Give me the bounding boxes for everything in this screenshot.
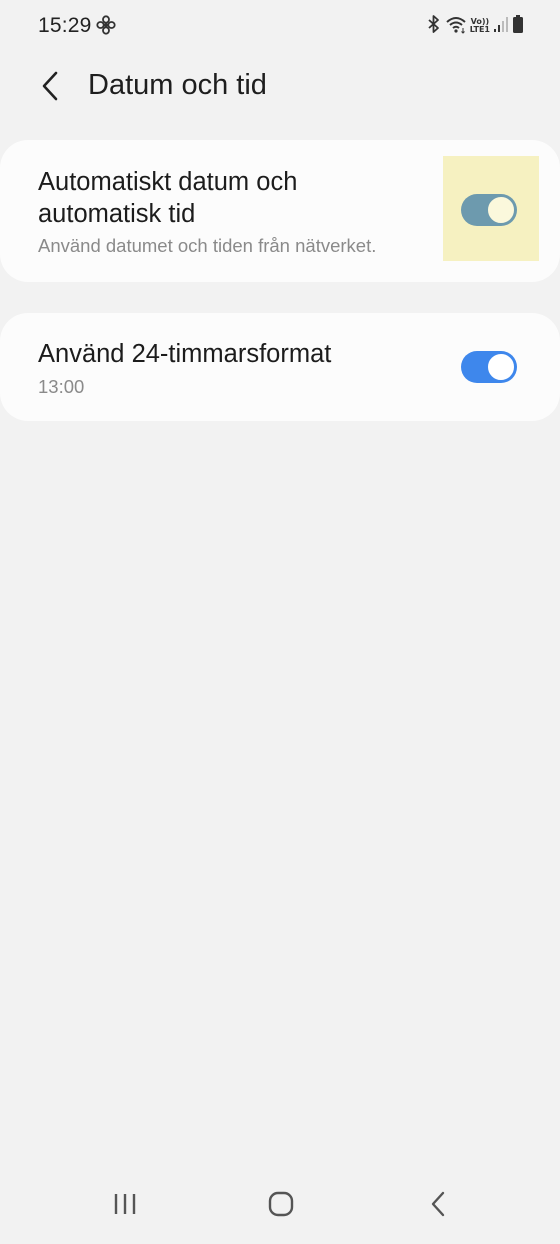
chevron-left-icon bbox=[42, 71, 58, 101]
auto-date-time-subtitle: Använd datumet och tiden från nätverket. bbox=[38, 235, 377, 256]
navigation-bar bbox=[0, 1170, 560, 1240]
bluetooth-icon bbox=[426, 14, 442, 39]
back-button[interactable] bbox=[30, 66, 70, 106]
status-icons: Vo)) LTE1 bbox=[426, 14, 524, 38]
back-icon bbox=[431, 1191, 445, 1217]
volte-lte-icon: Vo)) LTE1 bbox=[470, 18, 490, 34]
signal-icon bbox=[493, 15, 509, 38]
toggle-knob bbox=[486, 195, 516, 225]
page-title: Datum och tid bbox=[88, 69, 267, 101]
lte-label: LTE1 bbox=[469, 25, 490, 34]
auto-date-time-title: Automatiskt datum och automatisk tid bbox=[38, 168, 298, 228]
status-bar: 15:29 Vo)) LTE1 bbox=[0, 0, 560, 52]
auto-date-time-toggle[interactable] bbox=[461, 194, 517, 226]
format-24h-subtitle: 13:00 bbox=[38, 376, 85, 397]
wifi-icon bbox=[445, 14, 467, 39]
status-time: 15:29 bbox=[38, 14, 92, 37]
format-24h-title: Använd 24-timmarsformat bbox=[38, 340, 332, 368]
fan-icon bbox=[96, 15, 116, 35]
recent-apps-button[interactable] bbox=[103, 1184, 147, 1224]
format-24h-row[interactable]: Använd 24-timmarsformat 13:00 bbox=[0, 313, 560, 421]
battery-icon bbox=[512, 14, 524, 39]
recent-apps-icon bbox=[114, 1194, 136, 1214]
auto-date-time-row[interactable]: Automatiskt datum och automatisk tid Anv… bbox=[0, 140, 560, 282]
nav-back-button[interactable] bbox=[416, 1184, 460, 1224]
home-button[interactable] bbox=[259, 1184, 303, 1224]
format-24h-toggle[interactable] bbox=[461, 351, 517, 383]
home-icon bbox=[268, 1191, 294, 1217]
toggle-knob bbox=[486, 352, 516, 382]
app-header: Datum och tid bbox=[0, 62, 560, 110]
